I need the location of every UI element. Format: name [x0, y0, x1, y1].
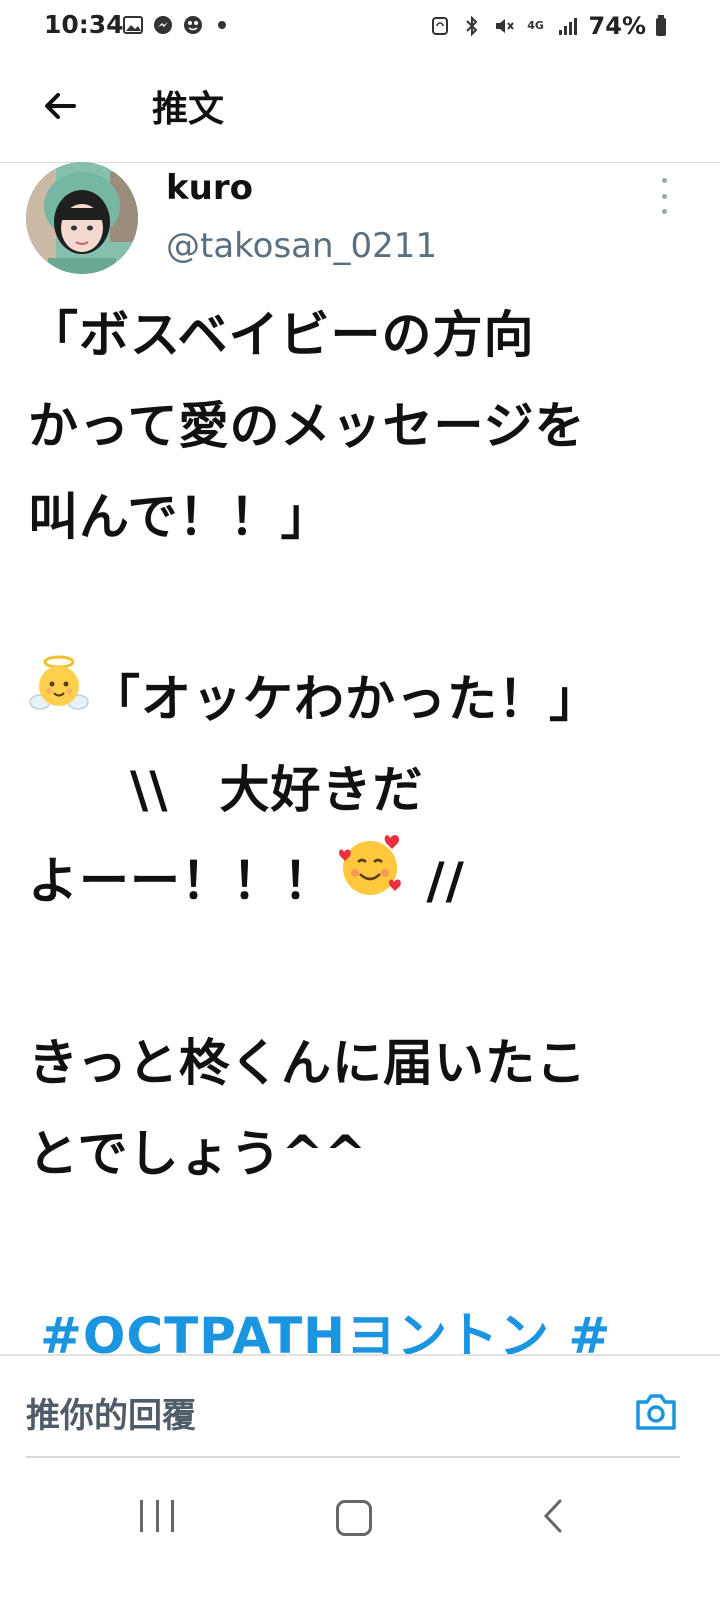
status-bar: 10:34 4G 74% [0, 0, 720, 56]
tweet-text: 「ボスベイビーの方向 かって愛のメッセージを 叫んで！！」 「オッケわかった！」… [28, 290, 698, 1382]
tweet-line-text: // [408, 852, 465, 910]
reply-input[interactable]: 推你的回覆 [26, 1388, 196, 1437]
home-icon[interactable] [336, 1500, 372, 1536]
user-handle[interactable]: @takosan_0211 [166, 226, 437, 266]
tweet-line: 「オッケわかった！」 [28, 654, 698, 745]
back-chevron-icon[interactable] [538, 1498, 568, 1534]
gallery-icon [122, 14, 144, 36]
page-title: 推文 [152, 89, 225, 130]
battery-icon [650, 15, 672, 37]
tweet-line-text: よーー！！！ [28, 852, 334, 910]
reply-underline [26, 1456, 680, 1458]
tweet-line-text: 「オッケわかった！」 [90, 670, 600, 728]
notification-icons [122, 14, 226, 36]
app-header: 推文 [0, 56, 720, 163]
hashtag-link[interactable]: #OCTPATHヨントン # [28, 1291, 698, 1382]
tweet-line: とでしょう^^ [28, 1125, 368, 1183]
app-notification-icon [182, 14, 204, 36]
camera-icon[interactable] [634, 1392, 678, 1432]
network-4g-icon: 4G [527, 19, 544, 32]
smiling-face-with-hearts-emoji [334, 832, 408, 927]
system-navbar [0, 1470, 720, 1600]
messenger-icon [152, 14, 174, 36]
tweet-line: 「ボスベイビーの方向 [28, 306, 535, 364]
arrow-left-icon [45, 93, 76, 119]
recents-icon[interactable] [140, 1500, 174, 1532]
tweet-line: よーー！！！ // [28, 835, 698, 927]
divider [0, 1354, 720, 1356]
display-name[interactable]: kuro [166, 168, 253, 208]
bluetooth-icon [461, 15, 483, 37]
signal-icon [557, 15, 579, 37]
status-time: 10:34 [44, 10, 124, 39]
baby-angel-emoji [28, 652, 90, 743]
sync-icon [429, 15, 451, 37]
system-icons: 4G 74% [429, 12, 672, 40]
mute-icon [493, 15, 515, 37]
tweet-line: 叫んで！！」 [28, 488, 332, 546]
back-button[interactable] [36, 82, 84, 130]
tweet-line: きっと柊くんに届いたこ [28, 1034, 587, 1092]
dot-icon [218, 21, 226, 29]
battery-percent: 74% [588, 12, 646, 40]
avatar[interactable] [26, 162, 138, 274]
tweet-line: かって愛のメッセージを [28, 397, 586, 455]
more-vertical-icon[interactable] [654, 178, 674, 214]
tweet-line: \\ 大好きだ [28, 761, 424, 819]
